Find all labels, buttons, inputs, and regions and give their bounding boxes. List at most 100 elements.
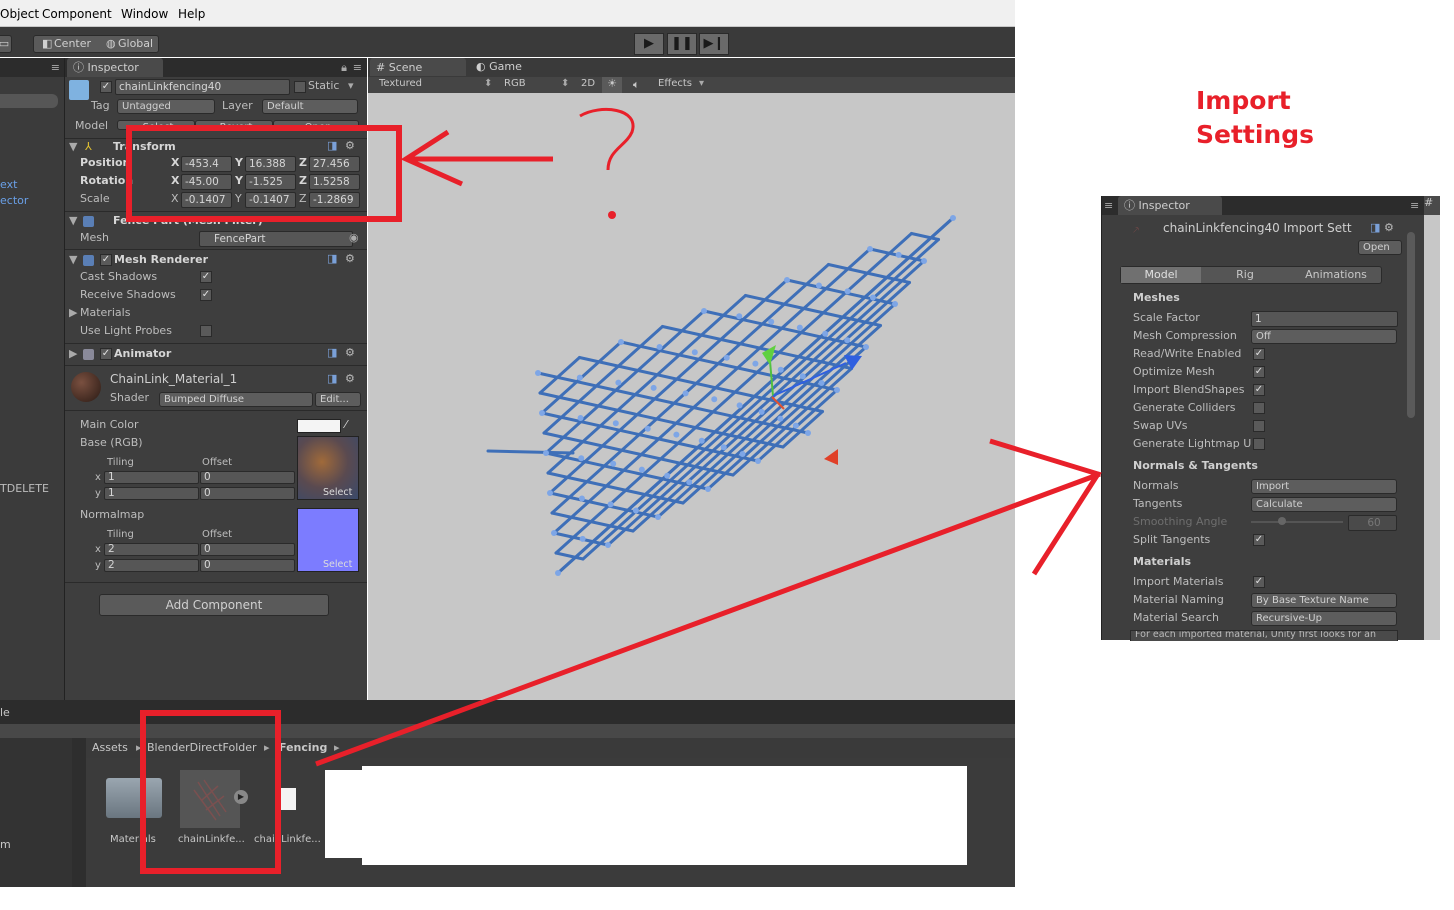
smoothing-angle-handle[interactable]	[1278, 517, 1286, 525]
mesh-field[interactable]: FencePart	[199, 231, 353, 247]
import-blendshapes-checkbox[interactable]: ✓	[1253, 384, 1265, 396]
panel-menu-icon[interactable]: ≡	[51, 61, 60, 74]
tangents-dropdown[interactable]: Calculate	[1251, 497, 1397, 512]
lock-icon[interactable]: 🔒︎	[341, 61, 347, 75]
rotation-y-field[interactable]: -1.525	[245, 174, 296, 190]
project-tab-label[interactable]: le	[0, 706, 10, 719]
tab-rig[interactable]: Rig	[1205, 267, 1285, 283]
center-button[interactable]: Center	[54, 36, 91, 52]
gear-icon[interactable]: ⚙	[345, 345, 355, 361]
position-z-field[interactable]: 27.456	[309, 156, 360, 172]
scale-z-field[interactable]: -1.2869	[309, 192, 360, 208]
material-naming-dropdown[interactable]: By Base Texture Name	[1251, 593, 1397, 608]
read-write-checkbox[interactable]: ✓	[1253, 348, 1265, 360]
gear-icon[interactable]: ⚙	[345, 138, 355, 154]
generate-colliders-checkbox[interactable]	[1253, 402, 1265, 414]
material-search-dropdown[interactable]: Recursive-Up	[1251, 611, 1397, 626]
scale-y-field[interactable]: -0.1407	[245, 192, 296, 208]
normal-tiling-x-field[interactable]: 2	[104, 543, 199, 556]
menu-item-object[interactable]: Object	[0, 7, 39, 21]
hand-tool-button[interactable]: ▭	[0, 35, 12, 53]
swap-uvs-checkbox[interactable]	[1253, 420, 1265, 432]
breadcrumb-fencing[interactable]: Fencing	[279, 741, 327, 754]
generate-lightmap-checkbox[interactable]	[1253, 438, 1265, 450]
play-button[interactable]: ▶	[634, 33, 664, 55]
object-picker-icon[interactable]: ◉	[349, 230, 359, 246]
add-component-button[interactable]: Add Component	[99, 594, 329, 616]
asset-materials-label[interactable]: Materials	[110, 834, 156, 845]
foldout-arrow-icon[interactable]: ▼	[69, 252, 77, 268]
mesh-compression-dropdown[interactable]: Off	[1251, 329, 1397, 344]
shader-dropdown[interactable]: Bumped Diffuse	[159, 392, 313, 407]
receive-shadows-checkbox[interactable]: ✓	[200, 289, 212, 301]
global-button[interactable]: Global	[118, 36, 153, 52]
foldout-arrow-icon[interactable]: ▼	[69, 213, 77, 229]
position-y-field[interactable]: 16.388	[245, 156, 296, 172]
main-color-swatch[interactable]	[297, 419, 341, 433]
smoothing-angle-slider[interactable]	[1251, 521, 1343, 523]
file-icon[interactable]	[280, 788, 296, 810]
scrollbar-thumb[interactable]	[1407, 232, 1415, 418]
tab-inspector[interactable]: ⓘ Inspector	[1118, 196, 1222, 215]
mesh-renderer-checkbox[interactable]: ✓	[100, 254, 112, 266]
hierarchy-item-text[interactable]: ext	[0, 178, 17, 191]
help-book-icon[interactable]: ◨	[327, 251, 337, 267]
gear-icon[interactable]: ⚙	[1384, 220, 1394, 236]
asset-chainlink-model-label[interactable]: chainLinkfe...	[178, 834, 245, 845]
tab-scene-partial[interactable]: #	[1424, 196, 1440, 215]
open-button[interactable]: Open	[1358, 240, 1402, 255]
model-revert-button[interactable]: Revert	[195, 120, 273, 130]
normal-tiling-y-field[interactable]: 2	[104, 559, 199, 572]
hierarchy-item-delete[interactable]: TDELETE	[0, 482, 49, 495]
menu-item-window[interactable]: Window	[121, 7, 168, 21]
chain-link-fence-mesh[interactable]	[368, 93, 1015, 700]
help-book-icon[interactable]: ◨	[1370, 220, 1380, 236]
static-checkbox[interactable]	[294, 81, 306, 93]
folder-icon[interactable]	[106, 778, 162, 818]
help-book-icon[interactable]: ◨	[327, 345, 337, 361]
gear-icon[interactable]: ⚙	[345, 251, 355, 267]
fence-model-thumbnail[interactable]	[180, 770, 240, 828]
position-x-field[interactable]: -453.4	[181, 156, 232, 172]
project-scrollbar[interactable]	[72, 738, 86, 887]
materials-foldout[interactable]: Materials	[80, 305, 130, 321]
model-open-button[interactable]: Open	[273, 120, 359, 130]
effects-dropdown[interactable]: Effects	[658, 78, 692, 89]
eyedropper-icon[interactable]: ⁄	[345, 417, 347, 433]
pause-button[interactable]: ❚❚	[667, 33, 697, 55]
panel-menu-icon[interactable]: ≡	[1104, 199, 1113, 212]
normal-select-button[interactable]: Select	[323, 559, 352, 570]
base-select-button[interactable]: Select	[323, 487, 352, 498]
breadcrumb-assets[interactable]: Assets	[92, 741, 128, 754]
base-tiling-y-field[interactable]: 1	[104, 487, 199, 500]
rotation-z-field[interactable]: 1.5258	[309, 174, 360, 190]
audio-toggle-icon[interactable]: 🔈︎	[633, 78, 640, 92]
tab-inspector[interactable]: ⓘ Inspector	[67, 58, 163, 77]
breadcrumb-blender-folder[interactable]: BlenderDirectFolder	[147, 741, 257, 754]
panel-menu-icon[interactable]: ≡	[353, 61, 362, 74]
gear-icon[interactable]: ⚙	[345, 371, 355, 387]
animator-checkbox[interactable]: ✓	[100, 348, 112, 360]
lighting-toggle-icon[interactable]: ☀	[602, 77, 622, 93]
folder-tree-item[interactable]: m	[0, 838, 11, 851]
base-tiling-x-field[interactable]: 1	[104, 471, 199, 484]
model-select-button[interactable]: Select	[117, 120, 195, 130]
smoothing-angle-field[interactable]: 60	[1348, 515, 1397, 531]
hierarchy-search[interactable]	[0, 94, 58, 108]
tab-game[interactable]: ◐ Game	[476, 60, 522, 73]
menu-item-help[interactable]: Help	[178, 7, 205, 21]
tab-animations[interactable]: Animations	[1291, 267, 1381, 283]
step-button[interactable]: ▶❙	[699, 33, 729, 55]
color-mode-dropdown[interactable]: RGB	[504, 78, 526, 89]
foldout-arrow-icon[interactable]: ▼	[69, 139, 77, 155]
expand-asset-icon[interactable]: ▶	[234, 790, 248, 804]
foldout-arrow-icon[interactable]: ▶	[69, 346, 77, 362]
static-dropdown-icon[interactable]: ▾	[348, 78, 354, 94]
help-book-icon[interactable]: ◨	[327, 138, 337, 154]
base-offset-y-field[interactable]: 0	[200, 487, 295, 500]
object-name-field[interactable]: chainLinkfencing40	[115, 79, 290, 95]
gizmo-x-arrow[interactable]	[824, 449, 838, 465]
help-book-icon[interactable]: ◨	[327, 371, 337, 387]
import-materials-checkbox[interactable]: ✓	[1253, 576, 1265, 588]
layer-dropdown[interactable]: Default	[262, 99, 358, 114]
